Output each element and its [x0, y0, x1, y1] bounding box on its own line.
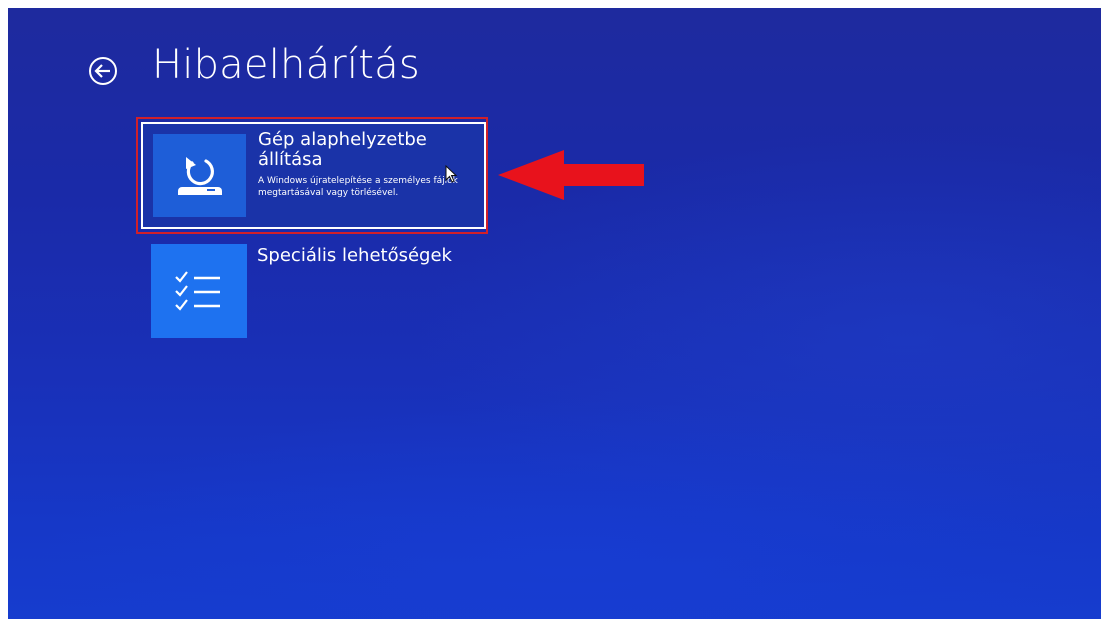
reset-pc-tile[interactable]: Gép alaphelyzetbe állítása A Windows újr…: [141, 122, 486, 229]
reset-pc-icon: [177, 156, 222, 195]
advanced-options-title: Speciális lehetőségek: [257, 245, 452, 266]
reset-pc-title: Gép alaphelyzetbe állítása: [258, 129, 427, 170]
reset-pc-icon-box: [153, 134, 246, 217]
recovery-screen: Hibaelhárítás Gép alaphelyzetbe állítása…: [8, 8, 1101, 619]
red-arrow-annotation: [498, 150, 644, 200]
back-arrow-circle-icon: [89, 57, 117, 85]
page-title: Hibaelhárítás: [152, 42, 420, 88]
checklist-icon: [175, 271, 220, 311]
advanced-options-icon-box: [151, 244, 247, 338]
mouse-cursor-icon: [445, 165, 458, 183]
back-button[interactable]: [87, 55, 119, 87]
advanced-options-tile[interactable]: Speciális lehetőségek: [151, 244, 491, 344]
